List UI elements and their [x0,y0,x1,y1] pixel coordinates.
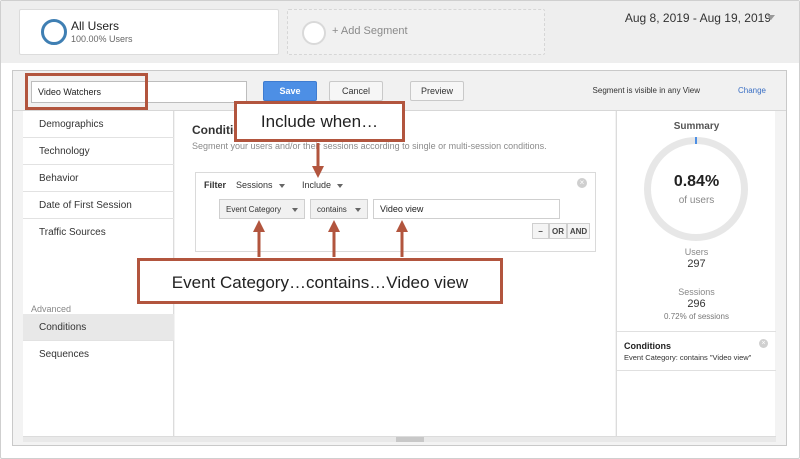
operator-value: contains [317,205,347,214]
segment-name: All Users [71,19,120,33]
callout-include-when: Include when… [234,101,405,142]
chevron-down-icon [355,208,361,212]
dimension-value: Event Category [226,205,282,214]
add-segment-label: + Add Segment [332,25,408,37]
users-label: Users [684,247,709,257]
add-segment-ring-icon [302,21,326,45]
sessions-note: 0.72% of sessions [664,312,729,321]
or-button[interactable]: OR [549,223,567,239]
chevron-down-icon[interactable] [767,15,775,20]
date-range-picker[interactable]: Aug 8, 2019 - Aug 19, 2019 [625,11,771,25]
sidebar-item-traffic-sources[interactable]: Traffic Sources [23,219,174,246]
segment-bar: All Users 100.00% Users + Add Segment Au… [1,1,799,63]
filter-label: Filter [204,180,227,190]
summary-panel: Summary 0.84% of users Users 297 Session… [616,111,776,436]
segment-card-all-users[interactable]: All Users 100.00% Users [19,9,279,55]
highlight-segment-name [25,73,148,110]
cancel-button[interactable]: Cancel [329,81,383,101]
add-segment-button[interactable]: + Add Segment [287,9,545,55]
segment-subtitle: 100.00% Users [71,34,133,44]
mode-value: Include [302,180,332,190]
sidebar-item-behavior[interactable]: Behavior [23,165,174,192]
summary-conditions-desc: Event Category: contains "Video view" [624,353,752,362]
scope-dropdown[interactable]: Sessions [236,180,285,190]
summary-percent-label: of users [678,195,715,206]
scope-value: Sessions [236,180,273,190]
summary-donut-fill [695,137,697,144]
summary-conditions-title: Conditions [624,341,671,351]
mode-dropdown[interactable]: Include [302,180,344,190]
summary-percent: 0.84% [673,173,720,190]
sessions-value: 296 [687,298,706,310]
summary-conditions: Conditions Event Category: contains "Vid… [617,331,776,371]
chevron-down-icon [292,208,298,212]
operator-select[interactable]: contains [310,199,368,219]
sidebar-group-advanced: Advanced [31,304,72,314]
chevron-down-icon [278,183,285,188]
save-button[interactable]: Save [263,81,317,101]
chevron-down-icon [337,183,344,188]
segment-ring-icon [41,19,67,45]
scrollbar-thumb[interactable] [396,437,424,442]
sidebar-item-technology[interactable]: Technology [23,138,174,165]
close-icon[interactable]: × [577,178,587,188]
sidebar-item-conditions[interactable]: Conditions [23,314,174,341]
visibility-text: Segment is visible in any View [592,86,700,95]
change-visibility-link[interactable]: Change [738,86,766,95]
filter-box: Filter Sessions Include × Event Category… [195,172,596,252]
horizontal-scrollbar[interactable] [23,436,776,442]
conditions-description: Segment your users and/or their sessions… [192,141,547,151]
dimension-select[interactable]: Event Category [219,199,305,219]
users-value: 297 [687,258,706,270]
sessions-label: Sessions [678,287,715,297]
preview-button[interactable]: Preview [410,81,464,101]
condition-value-input[interactable] [373,199,560,219]
sidebar-item-sequences[interactable]: Sequences [23,341,174,368]
summary-title: Summary [673,121,720,132]
remove-condition-button[interactable]: − [532,223,549,239]
callout-condition: Event Category…contains…Video view [137,258,503,304]
close-icon[interactable]: × [759,339,768,348]
and-button[interactable]: AND [567,223,590,239]
sidebar-item-demographics[interactable]: Demographics [23,111,174,138]
sidebar-item-date-of-first-session[interactable]: Date of First Session [23,192,174,219]
